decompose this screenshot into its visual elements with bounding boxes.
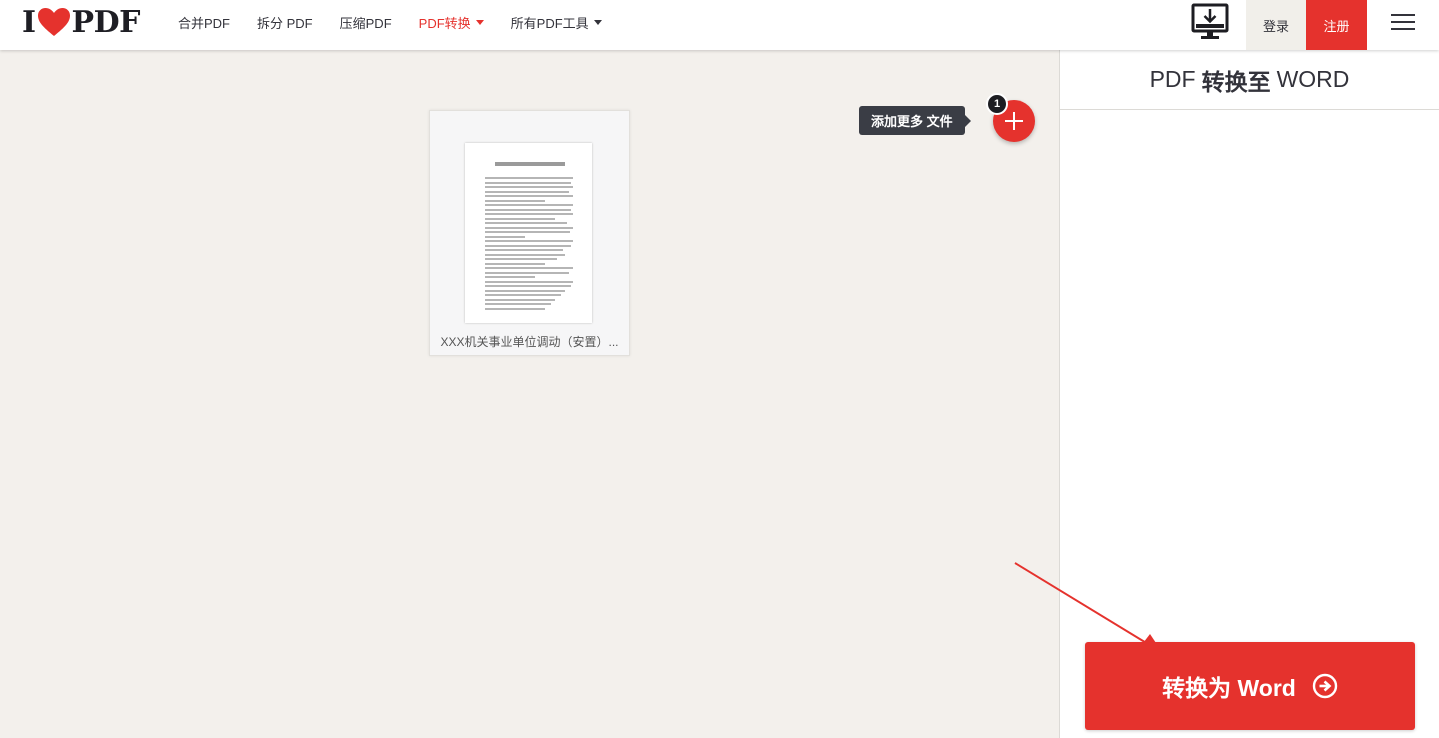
login-button[interactable]: 登录: [1246, 0, 1306, 50]
thumbnail-text-line: [485, 249, 563, 251]
hamburger-menu-icon[interactable]: [1386, 10, 1420, 36]
thumbnail-text-line: [485, 226, 573, 229]
nav-merge-pdf-label: 合并PDF: [178, 15, 231, 31]
menu-bar: [1391, 21, 1415, 23]
thumbnail-text-line: [485, 204, 573, 206]
desktop-app-button[interactable]: [1187, 2, 1233, 42]
signup-label: 注册: [1323, 18, 1350, 34]
thumbnail-text-line: [485, 177, 573, 179]
thumbnail-text-line: [485, 280, 573, 283]
nav-compress-pdf[interactable]: 压缩PDF: [340, 13, 392, 32]
nav-all-pdf-tools-label: 所有PDF工具: [510, 15, 589, 31]
thumbnail-text-line: [485, 199, 545, 202]
options-sidebar: PDF 转换至 WORD 转换为 Word: [1059, 50, 1439, 738]
thumbnail-text-line: [485, 289, 565, 292]
ilovepdf-logo[interactable]: I PDF: [22, 4, 141, 40]
thumbnail-text-line: [485, 262, 545, 265]
thumbnail-text-line: [485, 186, 573, 188]
file-count-badge: 1: [986, 93, 1008, 115]
thumbnail-text-line: [485, 271, 569, 274]
thumbnail-text-line: [485, 253, 565, 256]
pdf-page-thumbnail: [465, 143, 592, 323]
thumbnail-text-line: [485, 298, 555, 301]
thumbnail-text-line: [485, 195, 573, 197]
chevron-down-icon: [593, 19, 602, 25]
thumbnail-title-line: [495, 162, 565, 166]
thumbnail-text-line: [485, 258, 557, 260]
thumbnail-text-line: [485, 244, 571, 247]
menu-bar: [1391, 14, 1415, 16]
thumbnail-text-line: [485, 208, 571, 211]
nav-convert-pdf[interactable]: PDF转换: [419, 13, 484, 32]
thumbnail-text-line: [485, 235, 525, 238]
sidebar-title-prefix: PDF: [1149, 66, 1196, 92]
sidebar-title-bold: 转换至: [1201, 68, 1271, 95]
thumbnail-text-line: [485, 307, 545, 310]
sidebar-title-suffix: WORD: [1276, 66, 1350, 92]
arrow-right-circle-icon: [1312, 673, 1338, 699]
thumbnail-text-line: [485, 276, 535, 278]
top-header: I PDF 合并PDF 拆分 PDF 压缩PDF PDF转换 所有PDF工具 登…: [0, 0, 1439, 50]
menu-bar: [1391, 28, 1415, 30]
thumbnail-text-line: [485, 190, 569, 193]
heart-icon: [37, 8, 70, 36]
thumbnail-text-line: [485, 217, 555, 220]
plus-icon-vertical: [1013, 112, 1015, 130]
file-workspace: XXX机关事业单位调动（安置）... 添加更多 文件 1: [0, 50, 1059, 738]
signup-button[interactable]: 注册: [1306, 0, 1367, 50]
file-card[interactable]: XXX机关事业单位调动（安置）...: [429, 110, 630, 356]
thumbnail-text-line: [485, 285, 571, 287]
desktop-download-icon: [1191, 3, 1229, 39]
thumbnail-text-line: [485, 303, 551, 305]
nav-split-pdf[interactable]: 拆分 PDF: [257, 13, 313, 32]
main-nav: 合并PDF 拆分 PDF 压缩PDF PDF转换 所有PDF工具: [178, 0, 629, 44]
chevron-down-icon: [475, 19, 484, 25]
nav-convert-pdf-label: PDF转换: [418, 15, 471, 31]
thumbnail-text-line: [485, 240, 573, 242]
logo-text-pdf: PDF: [71, 4, 141, 40]
nav-split-pdf-label: 拆分 PDF: [257, 15, 313, 31]
convert-button-label: 转换为 Word: [1162, 675, 1296, 701]
thumbnail-text-line: [485, 231, 570, 233]
thumbnail-text-line: [485, 294, 561, 296]
thumbnail-text-line: [485, 181, 571, 184]
nav-merge-pdf[interactable]: 合并PDF: [178, 13, 230, 32]
thumbnail-text-line: [485, 222, 567, 224]
convert-to-word-button[interactable]: 转换为 Word: [1085, 642, 1415, 730]
add-more-files-tooltip: 添加更多 文件: [859, 106, 971, 135]
login-label: 登录: [1262, 18, 1289, 34]
logo-text-i: I: [22, 4, 36, 40]
nav-all-pdf-tools[interactable]: 所有PDF工具: [511, 13, 602, 32]
thumbnail-text-line: [485, 213, 573, 215]
thumbnail-text-line: [485, 267, 573, 269]
nav-compress-pdf-label: 压缩PDF: [339, 15, 392, 31]
sidebar-title: PDF 转换至 WORD: [1060, 50, 1439, 110]
file-name: XXX机关事业单位调动（安置）...: [440, 335, 619, 349]
